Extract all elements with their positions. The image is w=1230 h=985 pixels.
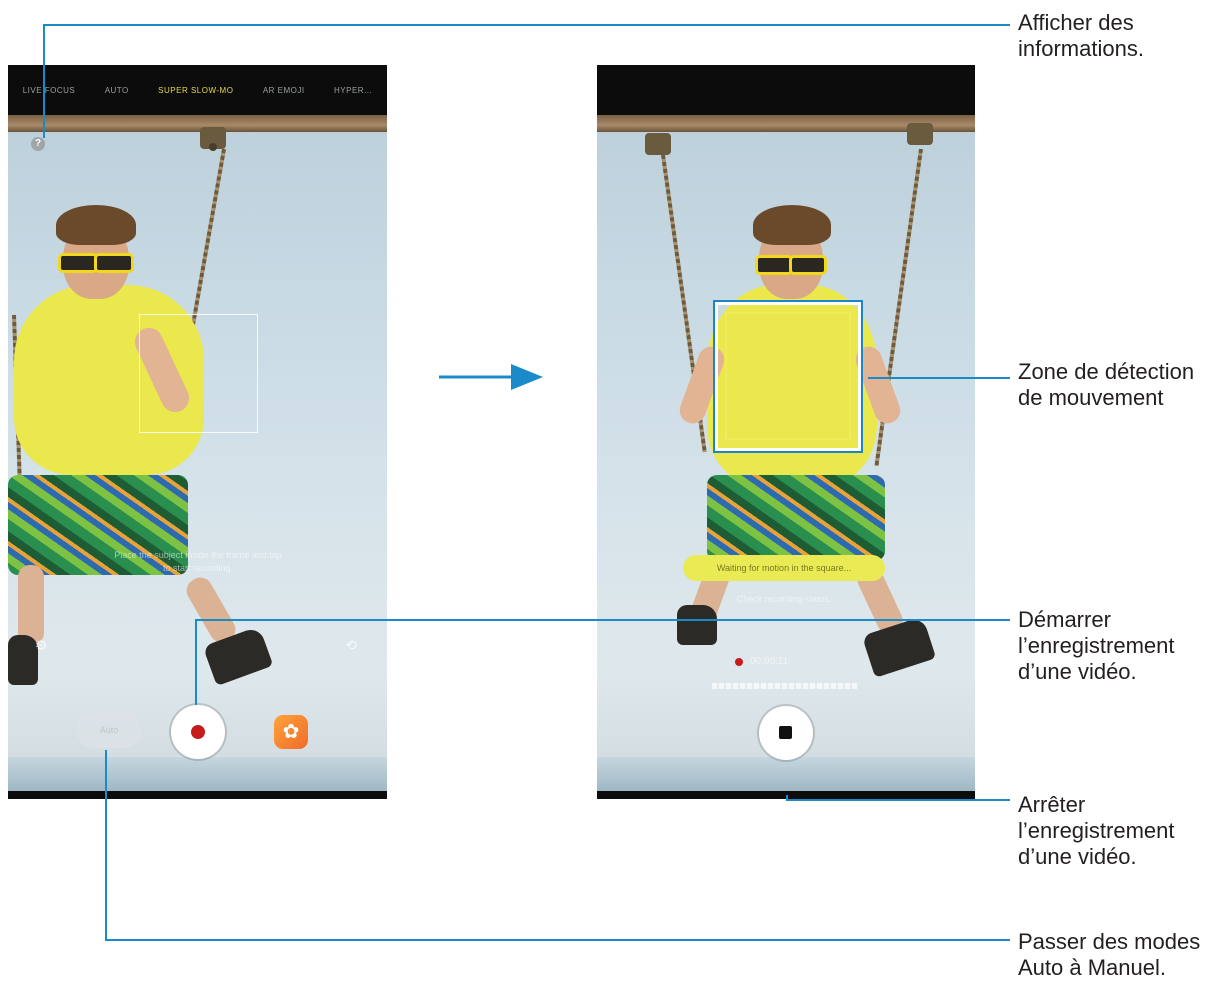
- detection-frame[interactable]: [139, 314, 258, 433]
- motion-detection-inner: [725, 312, 851, 440]
- callout-detection-zone: Zone de détection de mouvement: [1018, 359, 1194, 411]
- top-bar: [597, 65, 975, 115]
- stop-square-icon: [779, 726, 792, 739]
- boy-leg: [18, 565, 44, 645]
- mode-tab-super-slow-mo[interactable]: SUPER SLOW-MO: [158, 86, 233, 95]
- sunglasses-right: [789, 255, 827, 275]
- swing-bracket: [907, 123, 933, 145]
- flower-effects-icon[interactable]: ✿: [274, 715, 308, 749]
- hint-line: Place the subject inside the frame and t…: [114, 550, 282, 560]
- info-icon[interactable]: ?: [31, 137, 45, 151]
- callout-text: Afficher des: [1018, 10, 1134, 35]
- recording-indicator: 00:00:11: [735, 656, 788, 667]
- mode-tab-ar-emoji[interactable]: AR EMOJI: [263, 86, 305, 95]
- callout-text: Auto à Manuel.: [1018, 955, 1166, 980]
- mode-bar: LIVE FOCUS AUTO SUPER SLOW-MO AR EMOJI H…: [8, 65, 387, 115]
- callout-start-recording: Démarrer l’enregistrement d’une vidéo.: [1018, 607, 1175, 685]
- callout-text: Démarrer: [1018, 607, 1111, 632]
- mode-tab-hyperlapse[interactable]: HYPER...: [334, 86, 372, 95]
- callout-text: Arrêter: [1018, 792, 1086, 817]
- hint-line: to start recording.: [162, 563, 234, 573]
- recording-progress: [712, 683, 858, 689]
- sunglasses-right: [94, 253, 134, 273]
- camera-screen-before: LIVE FOCUS AUTO SUPER SLOW-MO AR EMOJI H…: [8, 65, 387, 799]
- callout-text: de mouvement: [1018, 385, 1164, 410]
- swing-bolt: [209, 143, 217, 151]
- camera-screen-recording: Waiting for motion in the square... Chec…: [597, 65, 975, 799]
- stop-button[interactable]: [759, 706, 813, 760]
- boy-shoe: [861, 616, 937, 678]
- sea-background: [597, 757, 975, 791]
- callout-switch-mode: Passer des modes Auto à Manuel.: [1018, 929, 1200, 981]
- boy-hair: [753, 205, 831, 245]
- swing-bracket: [645, 133, 671, 155]
- callout-text: informations.: [1018, 36, 1144, 61]
- auto-manual-toggle[interactable]: Auto: [76, 712, 142, 748]
- sunglasses-left: [58, 253, 98, 273]
- swing-plank: [8, 115, 387, 132]
- callout-stop-recording: Arrêter l’enregistrement d’une vidéo.: [1018, 792, 1175, 870]
- waiting-for-motion-pill: Waiting for motion in the square...: [683, 555, 885, 581]
- boy-shorts: [707, 475, 885, 561]
- sea-background: [8, 757, 387, 791]
- recording-dot-icon: [735, 657, 743, 666]
- callout-text: d’une vidéo.: [1018, 659, 1137, 684]
- callout-text: Passer des modes: [1018, 929, 1201, 954]
- recording-time: 00:00:11: [750, 656, 789, 667]
- mode-tab-live-focus[interactable]: LIVE FOCUS: [23, 86, 76, 95]
- record-button[interactable]: [171, 705, 225, 759]
- record-dot-icon: [191, 725, 205, 739]
- boy-hair: [56, 205, 136, 245]
- right-arrow-icon: [439, 364, 543, 390]
- callout-info: Afficher des informations.: [1018, 10, 1144, 62]
- callout-text: d’une vidéo.: [1018, 844, 1137, 869]
- sunglasses-left: [755, 255, 793, 275]
- camera-switch-icon[interactable]: ⟲: [343, 637, 359, 653]
- callout-text: l’enregistrement: [1018, 818, 1175, 843]
- bottom-bar: [8, 791, 387, 799]
- boy-shoe: [677, 605, 717, 645]
- callout-text: Zone de détection: [1018, 359, 1195, 384]
- callout-text: l’enregistrement: [1018, 633, 1175, 658]
- hint-text: Place the subject inside the frame and t…: [28, 549, 368, 575]
- status-line: Check recording status.: [736, 594, 832, 604]
- bottom-bar: [597, 791, 975, 799]
- mode-tab-auto[interactable]: AUTO: [105, 86, 129, 95]
- gear-icon[interactable]: ⚙: [33, 637, 49, 653]
